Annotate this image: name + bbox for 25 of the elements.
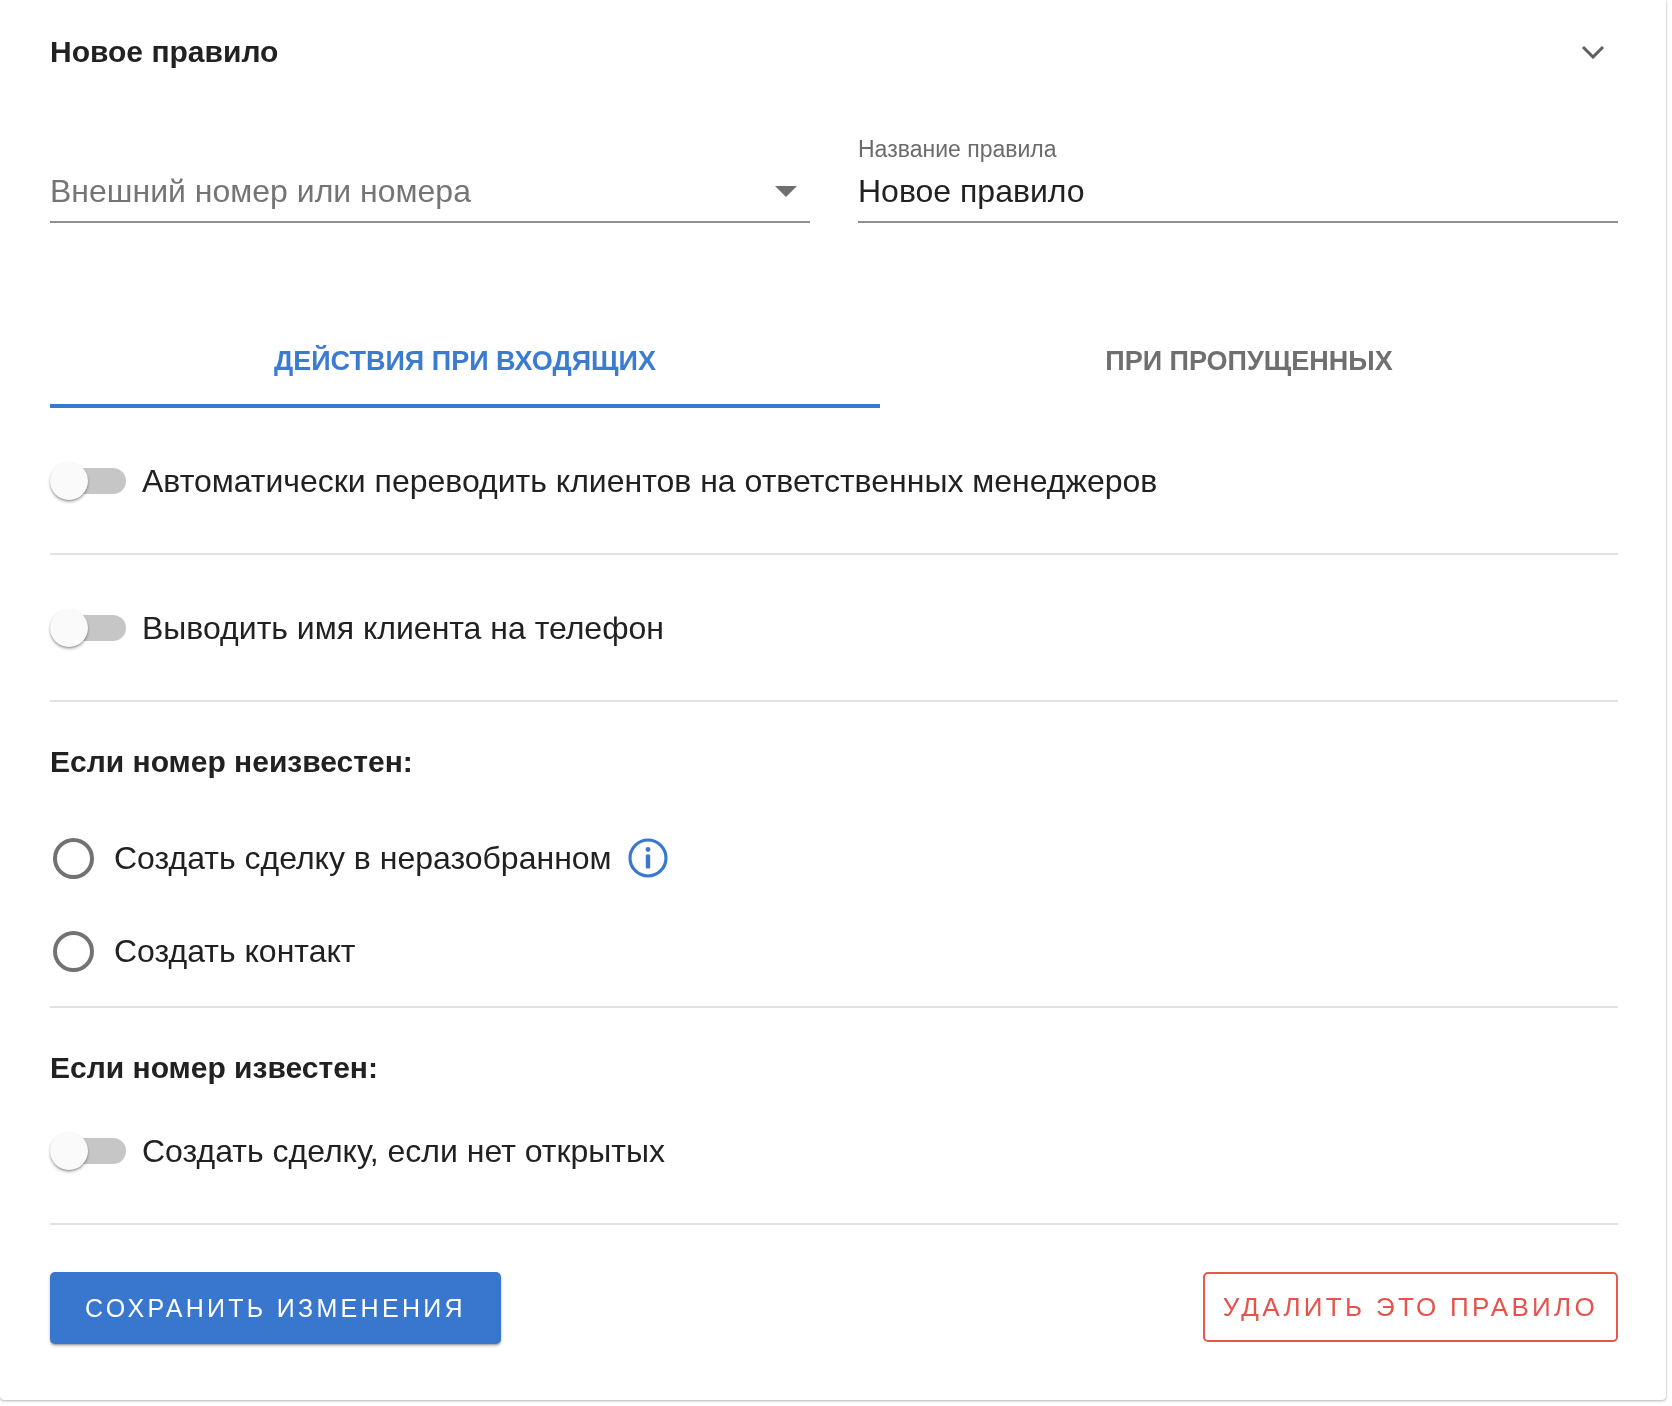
field-label: Название правила bbox=[858, 135, 1058, 163]
info-icon[interactable] bbox=[627, 838, 668, 878]
caret-icon bbox=[775, 185, 797, 197]
option-label: Выводить имя клиента на телефон bbox=[142, 609, 664, 648]
option-label: Создать сделку в неразобранном bbox=[114, 839, 612, 878]
panel-title: Новое правило bbox=[50, 35, 279, 69]
option-label: Создать сделку, если нет открытых bbox=[142, 1132, 665, 1171]
toggle-switch[interactable] bbox=[50, 609, 126, 647]
select-input[interactable]: Внешний номер или номера bbox=[50, 171, 775, 211]
option-label: Автоматически переводить клиентов на ответственных менеджеров bbox=[142, 462, 1158, 501]
delete-button[interactable]: УДАЛИТЬ ЭТО ПРАВИЛО bbox=[1202, 1272, 1618, 1342]
tab[interactable]: ДЕЙСТВИЯ ПРИ ВХОДЯЩИХ bbox=[50, 323, 880, 408]
toggle-switch[interactable] bbox=[50, 1132, 126, 1170]
text-input[interactable]: Новое правило bbox=[858, 171, 1618, 211]
section-heading: Если номер известен: bbox=[50, 1050, 379, 1086]
section-heading: Если номер неизвестен: bbox=[50, 744, 414, 780]
radio-button[interactable] bbox=[53, 837, 94, 879]
toggle-switch[interactable] bbox=[50, 462, 126, 500]
phone-number-select[interactable]: Внешний номер или номера bbox=[50, 171, 810, 223]
chevron-icon[interactable] bbox=[1581, 45, 1605, 59]
option-label: Создать контакт bbox=[114, 932, 356, 971]
tab[interactable]: ПРИ ПРОПУЩЕННЫХ bbox=[880, 323, 1618, 408]
rule-name-field[interactable]: Название правила Новое правило bbox=[858, 135, 1618, 223]
radio-button[interactable] bbox=[53, 930, 94, 972]
save-button[interactable]: СОХРАНИТЬ ИЗМЕНЕНИЯ bbox=[50, 1272, 501, 1344]
